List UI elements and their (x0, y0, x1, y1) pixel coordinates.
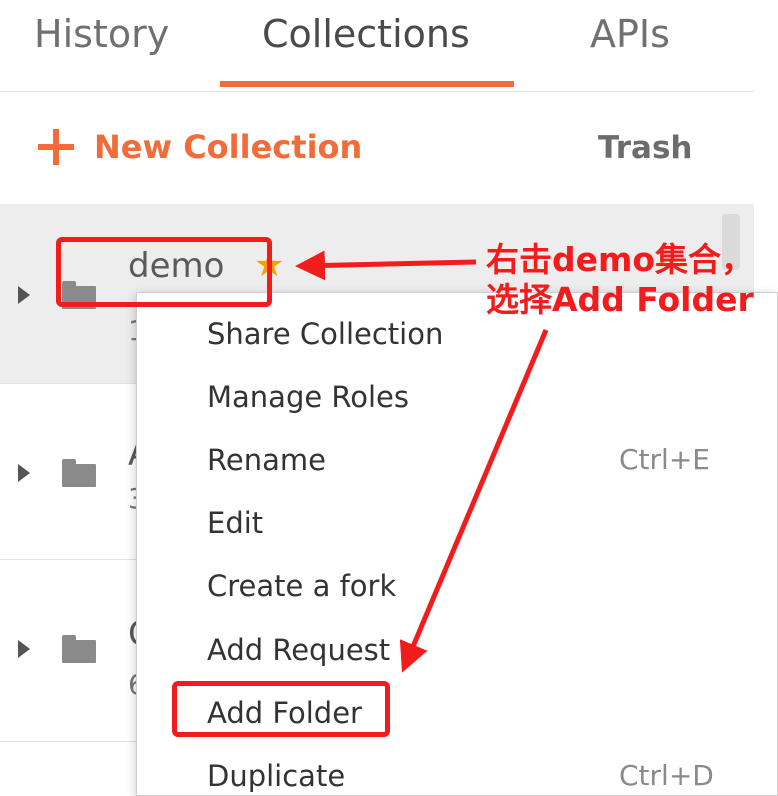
arrow-to-demo (295, 250, 477, 281)
arrow-to-add-folder (399, 329, 549, 673)
annotation-arrows (295, 250, 549, 673)
